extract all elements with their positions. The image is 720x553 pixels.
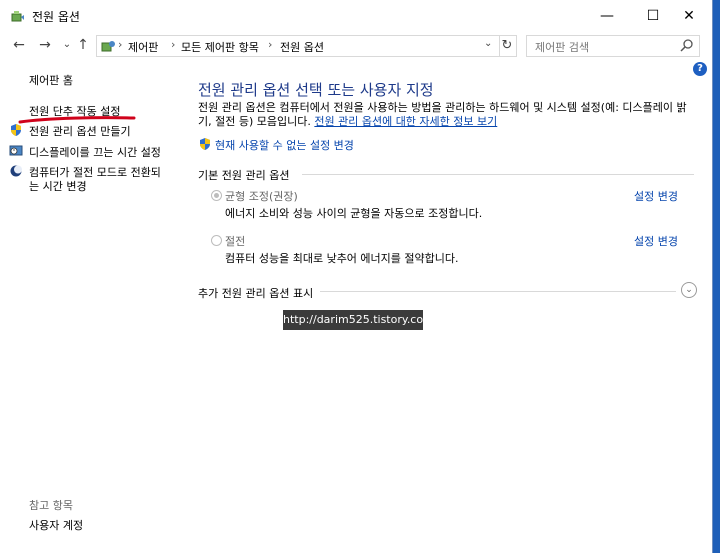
balanced-plan-desc: 에너지 소비와 성능 사이의 균형을 자동으로 조정합니다. <box>225 207 483 220</box>
expand-chevron-icon[interactable]: ⌄ <box>681 282 697 298</box>
search-icon[interactable] <box>679 38 695 54</box>
power-saver-plan-name[interactable]: 절전 <box>225 233 245 249</box>
close-button[interactable]: ✕ <box>666 0 712 32</box>
search-placeholder: 제어판 검색 <box>535 41 590 54</box>
sleep-time-link-cont[interactable]: 는 시간 변경 <box>29 178 87 194</box>
display-clock-icon <box>9 145 23 156</box>
page-title: 전원 관리 옵션 선택 또는 사용자 지정 <box>198 81 434 99</box>
see-also-heading: 참고 항목 <box>29 499 73 512</box>
window-title: 전원 옵션 <box>32 10 80 24</box>
more-info-link[interactable]: 전원 관리 옵션에 대한 자세한 정보 보기 <box>314 115 497 128</box>
create-power-plan-link[interactable]: 전원 관리 옵션 만들기 <box>29 123 131 139</box>
power-saver-plan-desc: 컴퓨터 성능을 최대로 낮추어 에너지를 절약합니다. <box>225 252 459 265</box>
balanced-plan-name[interactable]: 균형 조정(권장) <box>225 188 298 204</box>
refresh-button[interactable]: ↻ <box>498 35 517 57</box>
up-button[interactable]: ↑ <box>74 36 92 54</box>
watermark-url: http://darim525.tistory.com <box>283 310 434 330</box>
forward-button[interactable]: → <box>36 36 54 54</box>
breadcrumb-power-options[interactable]: 전원 옵션 <box>280 39 324 55</box>
address-bar[interactable]: › 제어판 › 모든 제어판 항목 › 전원 옵션 ⌄ <box>96 35 500 57</box>
balanced-plan-radio[interactable] <box>211 190 222 201</box>
help-icon[interactable]: ? <box>693 62 707 76</box>
back-button[interactable]: ← <box>10 36 28 54</box>
chevron-down-icon[interactable]: ⌄ <box>484 38 492 49</box>
show-additional-plans[interactable]: 추가 전원 관리 옵션 표시 <box>198 285 313 301</box>
breadcrumb-separator: › <box>118 38 123 51</box>
minimize-button[interactable]: — <box>584 0 630 32</box>
description-line-2: 기, 절전 등) 모음입니다. 전원 관리 옵션에 대한 자세한 정보 보기 <box>198 115 698 129</box>
uac-shield-icon <box>200 138 210 150</box>
search-input[interactable]: 제어판 검색 <box>526 35 700 57</box>
breadcrumb-control-panel[interactable]: 제어판 <box>128 39 158 55</box>
power-options-window: 전원 옵션 — ☐ ✕ ← → ⌄ ↑ › 제어판 › 모든 제어판 항목 › … <box>0 0 713 553</box>
power-saver-change-settings-link[interactable]: 설정 변경 <box>634 233 678 249</box>
description-prefix: 기, 절전 등) 모음입니다. <box>198 115 315 128</box>
section-divider <box>320 291 676 292</box>
balanced-change-settings-link[interactable]: 설정 변경 <box>634 188 678 204</box>
section-divider <box>302 174 694 175</box>
moon-sleep-icon <box>10 165 22 177</box>
power-saver-plan-radio[interactable] <box>211 235 222 246</box>
breadcrumb-separator: › <box>268 38 273 51</box>
user-accounts-link[interactable]: 사용자 계정 <box>29 517 83 533</box>
control-panel-icon <box>101 41 115 52</box>
description: 전원 관리 옵션은 컴퓨터에서 전원을 사용하는 방법을 관리하는 하드웨어 및… <box>198 101 698 129</box>
breadcrumb-all-items[interactable]: 모든 제어판 항목 <box>181 39 259 55</box>
shield-icon <box>11 124 21 136</box>
title-bar: 전원 옵션 — ☐ ✕ <box>0 0 712 32</box>
description-line-1: 전원 관리 옵션은 컴퓨터에서 전원을 사용하는 방법을 관리하는 하드웨어 및… <box>198 101 687 114</box>
breadcrumb-separator: › <box>171 38 176 51</box>
preferred-plans-heading: 기본 전원 관리 옵션 <box>198 169 290 182</box>
change-unavailable-settings-link[interactable]: 현재 사용할 수 없는 설정 변경 <box>215 137 354 153</box>
display-off-time-link[interactable]: 디스플레이를 끄는 시간 설정 <box>29 144 161 160</box>
control-panel-home-link[interactable]: 제어판 홈 <box>29 72 73 88</box>
power-options-icon <box>11 11 24 22</box>
